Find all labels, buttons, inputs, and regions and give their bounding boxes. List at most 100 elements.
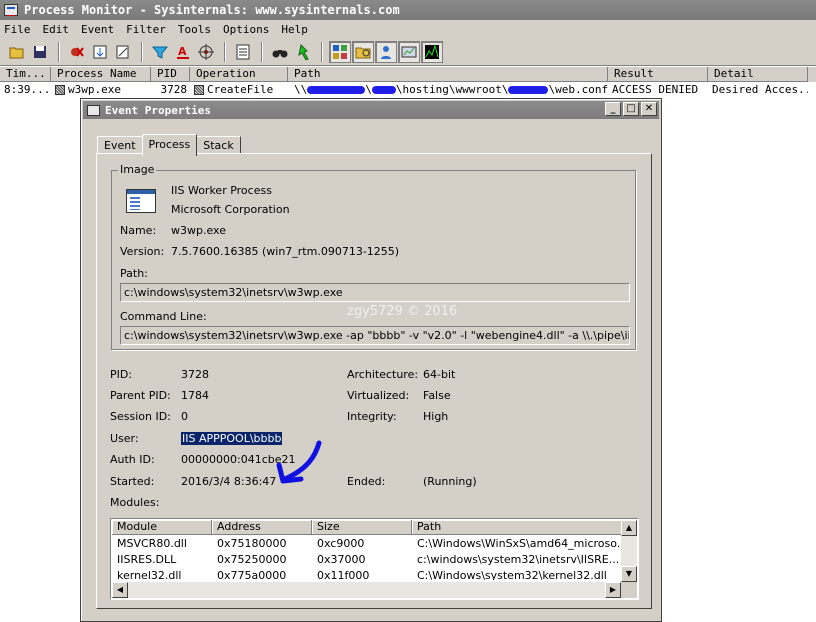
command-line-field[interactable]: c:\windows\system32\inetsrv\w3wp.exe -ap… bbox=[120, 326, 630, 345]
modules-vertical-scrollbar[interactable]: ▲ ▼ bbox=[621, 520, 637, 582]
target-icon[interactable] bbox=[195, 41, 217, 63]
clear-icon[interactable] bbox=[112, 41, 134, 63]
modules-col-module[interactable]: Module bbox=[112, 520, 212, 535]
highlight-icon[interactable]: A bbox=[172, 41, 194, 63]
toolbar-separator bbox=[58, 42, 60, 62]
started-value: 2016/3/4 8:36:47 bbox=[181, 475, 277, 488]
menu-event[interactable]: Event bbox=[81, 23, 114, 36]
dialog-titlebar[interactable]: Event Properties _ □ ✕ bbox=[83, 101, 659, 119]
architecture-value: 64-bit bbox=[423, 368, 456, 381]
open-icon[interactable] bbox=[6, 41, 28, 63]
modules-col-path[interactable]: Path bbox=[412, 520, 622, 535]
path-suffix: \web.config bbox=[548, 83, 608, 96]
col-detail[interactable]: Detail bbox=[708, 67, 808, 82]
row-operation-name: CreateFile bbox=[207, 83, 274, 96]
menu-help[interactable]: Help bbox=[281, 23, 308, 36]
scroll-right-icon[interactable]: ▶ bbox=[605, 582, 621, 598]
scroll-up-icon[interactable]: ▲ bbox=[621, 520, 637, 536]
process-icon bbox=[55, 84, 65, 95]
name-label: Name: bbox=[120, 224, 157, 237]
event-properties-dialog: Event Properties _ □ ✕ Event Process Sta… bbox=[80, 98, 662, 622]
module-address: 0x75250000 bbox=[217, 553, 287, 566]
menu-filter[interactable]: Filter bbox=[126, 23, 166, 36]
minimize-icon[interactable]: _ bbox=[605, 102, 621, 116]
col-process-name[interactable]: Process Name bbox=[51, 67, 151, 82]
network-activity-icon[interactable] bbox=[375, 41, 397, 63]
find-icon[interactable] bbox=[269, 41, 291, 63]
table-row[interactable]: 8:39... w3wp.exe 3728 CreateFile \\ \ \hos… bbox=[0, 82, 816, 97]
table-row[interactable]: IISRES.DLL 0x75250000 0x37000 c:\windows… bbox=[112, 552, 622, 568]
row-time: 8:39... bbox=[4, 83, 51, 96]
toolbar-separator bbox=[224, 42, 226, 62]
menu-tools[interactable]: Tools bbox=[178, 23, 211, 36]
filter-icon[interactable] bbox=[149, 41, 171, 63]
autoscroll-icon[interactable] bbox=[89, 41, 111, 63]
toolbar-separator bbox=[261, 42, 263, 62]
modules-col-size[interactable]: Size bbox=[312, 520, 412, 535]
modules-header: Module Address Size Path bbox=[112, 520, 622, 535]
procmon-toolbar: A bbox=[0, 39, 816, 66]
procmon-column-header: Tim... Process Name PID Operation Path R… bbox=[0, 67, 816, 82]
toolbar-separator bbox=[321, 42, 323, 62]
module-name: kernel32.dll bbox=[117, 569, 182, 580]
session-id-label: Session ID: bbox=[110, 410, 171, 423]
pid-value: 3728 bbox=[181, 368, 209, 381]
image-group-label: Image bbox=[118, 163, 157, 176]
col-operation[interactable]: Operation bbox=[190, 67, 288, 82]
scroll-down-icon[interactable]: ▼ bbox=[621, 566, 637, 582]
filesystem-activity-icon[interactable] bbox=[352, 41, 374, 63]
module-size: 0x37000 bbox=[317, 553, 366, 566]
close-icon[interactable]: ✕ bbox=[641, 102, 657, 116]
pid-label: PID: bbox=[110, 368, 133, 381]
table-row[interactable]: kernel32.dll 0x775a0000 0x11f000 C:\Wind… bbox=[112, 568, 622, 580]
ended-value: (Running) bbox=[423, 475, 477, 488]
image-groupbox: Image IIS Worker Process Microsoft Corpo… bbox=[111, 163, 636, 350]
save-icon[interactable] bbox=[29, 41, 51, 63]
module-size: 0x11f000 bbox=[317, 569, 370, 580]
ended-label: Ended: bbox=[347, 475, 386, 488]
menu-file[interactable]: File bbox=[4, 23, 31, 36]
profiling-activity-icon[interactable] bbox=[421, 41, 443, 63]
scroll-left-icon[interactable]: ◀ bbox=[112, 582, 128, 598]
properties-icon[interactable] bbox=[232, 41, 254, 63]
module-name: IISRES.DLL bbox=[117, 553, 177, 566]
col-path[interactable]: Path bbox=[288, 67, 608, 82]
registry-activity-icon[interactable] bbox=[329, 41, 351, 63]
maximize-icon[interactable]: □ bbox=[623, 102, 639, 116]
started-label: Started: bbox=[110, 475, 155, 488]
command-line-label: Command Line: bbox=[120, 310, 207, 323]
user-label: User: bbox=[110, 432, 139, 445]
svg-text:A: A bbox=[178, 45, 187, 58]
modules-horizontal-scrollbar[interactable]: ◀ ▶ bbox=[112, 582, 621, 598]
col-time[interactable]: Tim... bbox=[0, 67, 51, 82]
col-result[interactable]: Result bbox=[608, 67, 708, 82]
redaction-mark bbox=[371, 86, 396, 94]
path-middle: \hosting\wwwroot\ bbox=[395, 83, 509, 96]
module-name: MSVCR80.dll bbox=[117, 537, 187, 550]
auth-id-label: Auth ID: bbox=[110, 453, 155, 466]
path-separator: \ bbox=[365, 83, 372, 96]
menu-options[interactable]: Options bbox=[223, 23, 269, 36]
file-icon bbox=[194, 84, 204, 95]
jump-icon[interactable] bbox=[292, 41, 314, 63]
dialog-title: Event Properties bbox=[105, 103, 211, 117]
path-field[interactable]: c:\windows\system32\inetsrv\w3wp.exe bbox=[120, 283, 630, 302]
process-activity-icon[interactable] bbox=[398, 41, 420, 63]
row-path: \\\\hosting\wwwroot\\web.config bbox=[288, 82, 608, 97]
redaction-mark bbox=[508, 86, 549, 94]
col-pid[interactable]: PID bbox=[151, 67, 190, 82]
process-tab-panel: Image IIS Worker Process Microsoft Corpo… bbox=[96, 153, 652, 609]
row-operation: CreateFile bbox=[190, 82, 288, 97]
parent-pid-value: 1784 bbox=[181, 389, 209, 402]
row-process-name: w3wp.exe bbox=[68, 83, 121, 96]
modules-list[interactable]: Module Address Size Path MSVCR80.dll 0x7… bbox=[110, 518, 639, 600]
table-row[interactable]: MSVCR80.dll 0x75180000 0xc9000 C:\Window… bbox=[112, 536, 622, 552]
version-value: 7.5.7600.16385 (win7_rtm.090713-1255) bbox=[171, 245, 400, 258]
capture-icon[interactable] bbox=[66, 41, 88, 63]
tab-process[interactable]: Process bbox=[141, 134, 198, 156]
integrity-label: Integrity: bbox=[347, 410, 397, 423]
modules-col-address[interactable]: Address bbox=[212, 520, 312, 535]
module-address: 0x775a0000 bbox=[217, 569, 287, 580]
version-label: Version: bbox=[120, 245, 165, 258]
menu-edit[interactable]: Edit bbox=[43, 23, 70, 36]
